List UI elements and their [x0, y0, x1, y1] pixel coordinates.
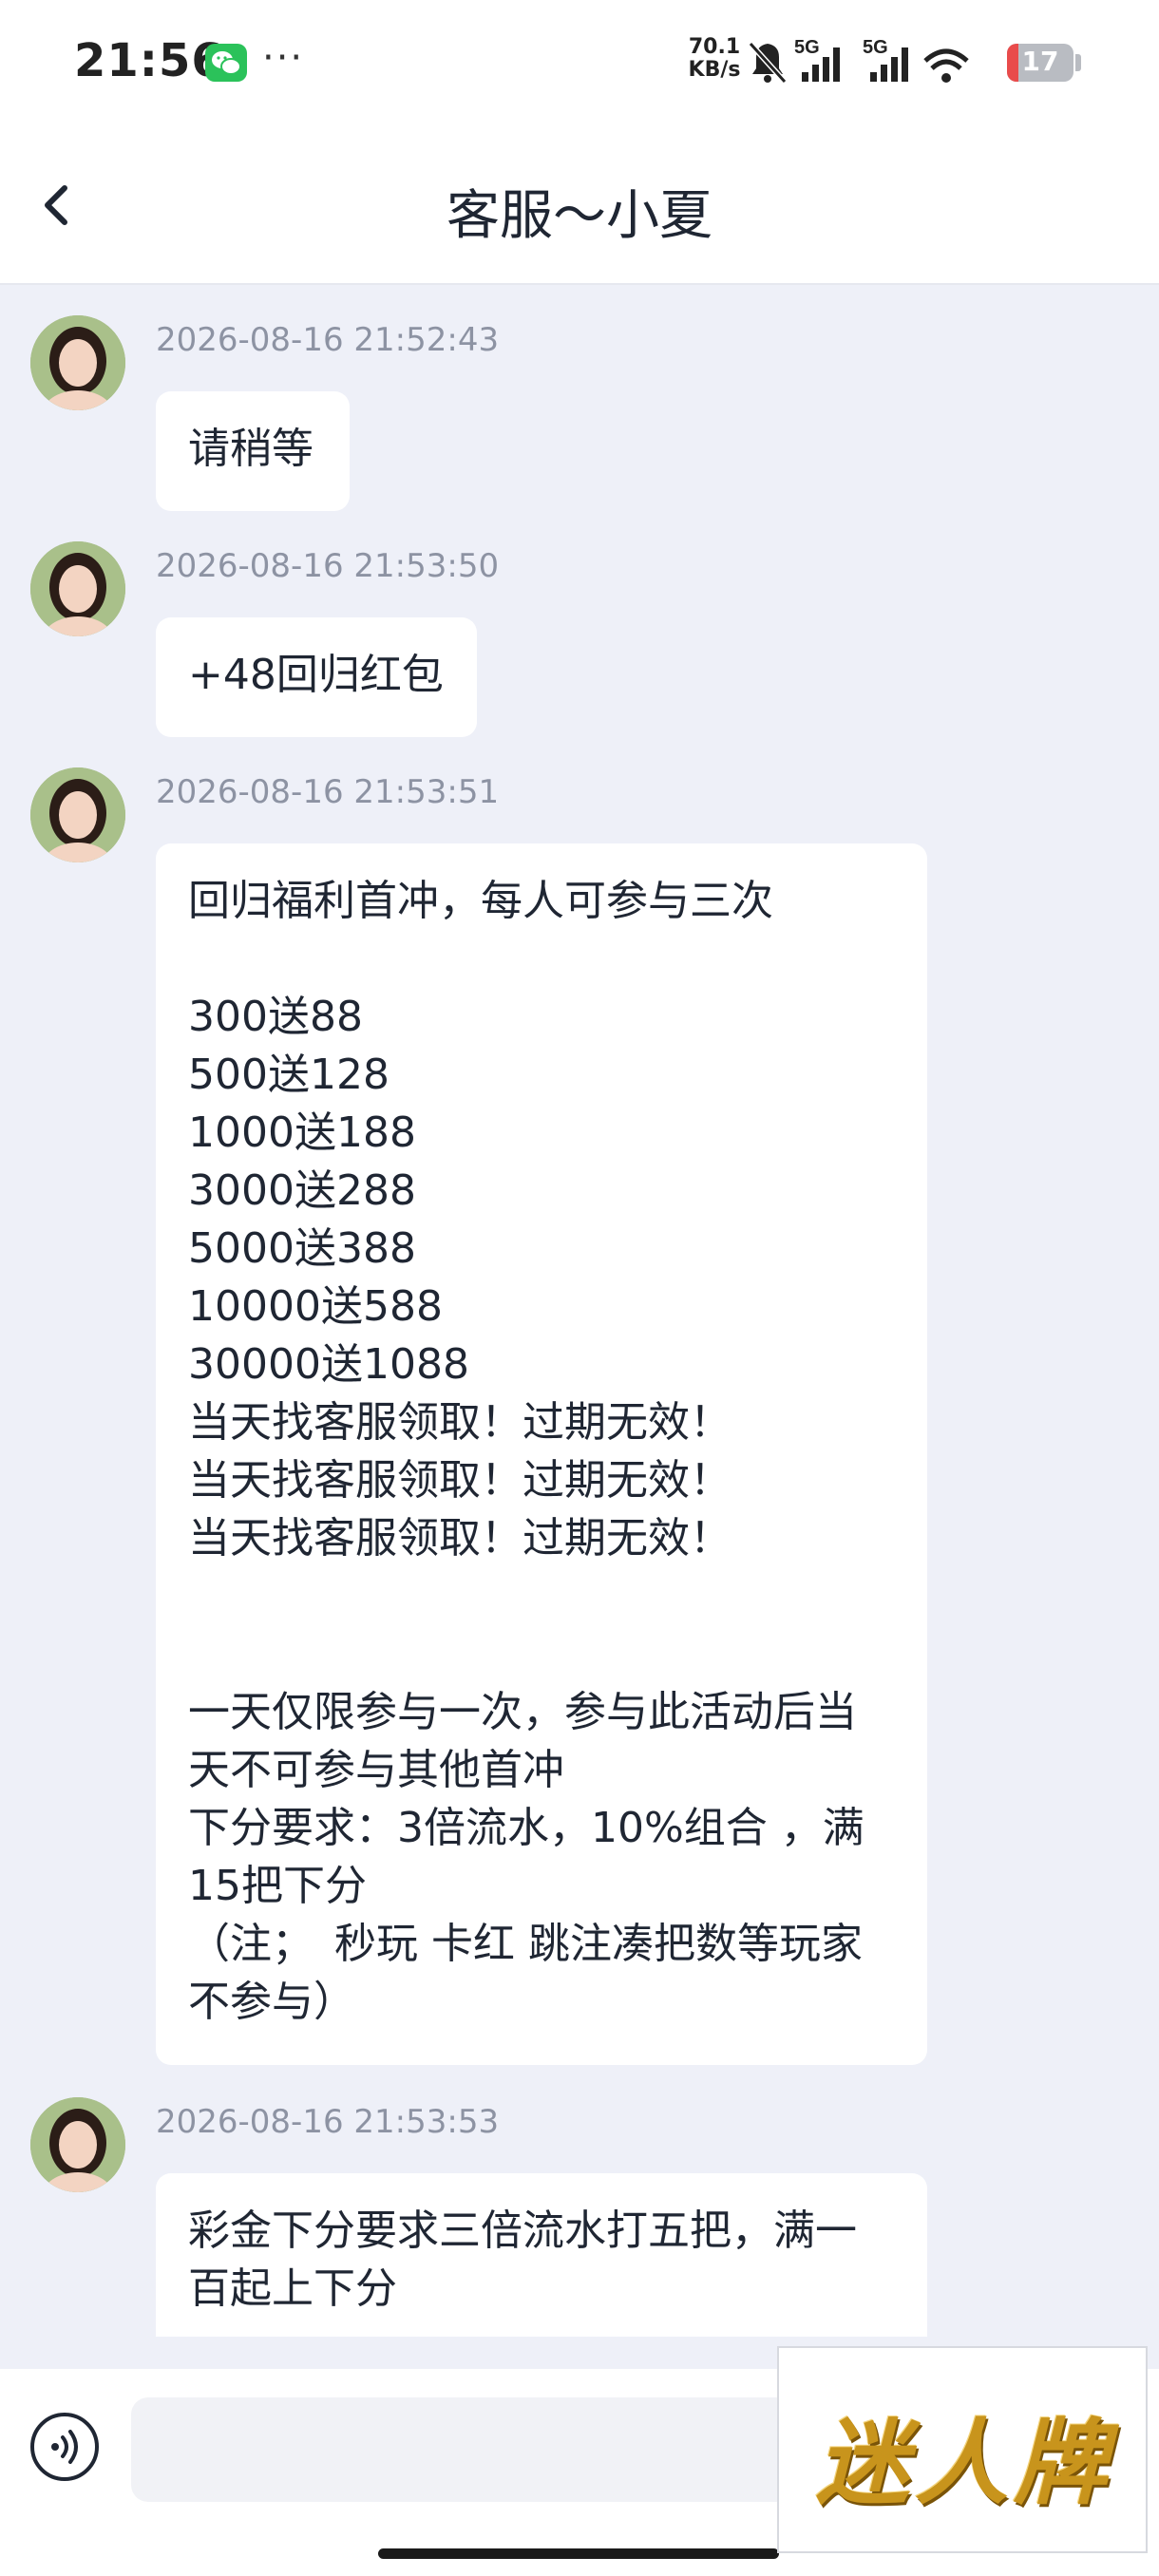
avatar[interactable] — [30, 315, 125, 410]
avatar[interactable] — [30, 2097, 125, 2192]
message-input[interactable] — [131, 2397, 853, 2502]
network-speed-unit: KB/s — [688, 58, 741, 82]
page-title: 客服～小夏 — [446, 185, 712, 247]
agent-avatar-image — [30, 767, 125, 862]
wechat-icon — [205, 44, 247, 82]
message-bubble[interactable]: 请稍等 — [156, 391, 350, 511]
agent-avatar-image — [30, 315, 125, 410]
status-icons: 5G 5G — [748, 37, 969, 85]
brand-watermark: 迷人牌 — [777, 2346, 1148, 2553]
more-notifications-indicator: ··· — [262, 36, 305, 80]
status-time: 21:56 — [74, 34, 224, 87]
battery-icon: 17 — [1007, 44, 1074, 82]
signal-icon: 5G — [794, 37, 840, 82]
status-bar: 21:56 ··· 70.1 KB/s 5G 5G 17 — [0, 0, 1159, 123]
message-bubble[interactable]: +48回归红包 — [156, 617, 477, 737]
mute-bell-icon — [748, 41, 788, 85]
signal-icon: 5G — [863, 37, 908, 82]
network-speed-value: 70.1 — [688, 35, 741, 59]
agent-avatar-image — [30, 541, 125, 636]
message-timestamp: 2026-08-16 21:52:43 — [156, 321, 500, 359]
message-timestamp: 2026-08-16 21:53:53 — [156, 2103, 500, 2141]
chat-messages[interactable]: 2026-08-16 21:52:43 请稍等 2026-08-16 21:53… — [0, 285, 1159, 2337]
battery-tip — [1075, 54, 1081, 71]
chat-message: 2026-08-16 21:53:50 +48回归红包 — [0, 511, 1159, 737]
chat-message: 2026-08-16 21:52:43 请稍等 — [0, 285, 1159, 511]
chat-header: 客服～小夏 — [0, 123, 1159, 285]
message-timestamp: 2026-08-16 21:53:51 — [156, 773, 500, 811]
network-speed: 70.1 KB/s — [686, 36, 743, 82]
signal-1-label: 5G — [794, 37, 820, 58]
chat-message: 2026-08-16 21:53:51 回归福利首冲，每人可参与三次 300送8… — [0, 737, 1159, 2067]
chat-message: 2026-08-16 21:53:53 彩金下分要求三倍流水打五把，满一百起上下… — [0, 2067, 1159, 2337]
avatar[interactable] — [30, 541, 125, 636]
voice-icon — [30, 2413, 99, 2481]
agent-avatar-image — [30, 2097, 125, 2192]
battery-level: 17 — [1021, 46, 1059, 77]
message-bubble[interactable]: 彩金下分要求三倍流水打五把，满一百起上下分 — [156, 2173, 927, 2337]
message-timestamp: 2026-08-16 21:53:50 — [156, 547, 500, 585]
home-indicator[interactable] — [378, 2548, 779, 2559]
watermark-logo-text: 迷人牌 — [815, 2410, 1112, 2518]
avatar[interactable] — [30, 767, 125, 862]
wifi-icon — [923, 48, 969, 83]
message-bubble[interactable]: 回归福利首冲，每人可参与三次 300送88 500送128 1000送188 3… — [156, 843, 927, 2065]
signal-2-label: 5G — [863, 37, 888, 58]
voice-input-button[interactable] — [28, 2411, 101, 2483]
